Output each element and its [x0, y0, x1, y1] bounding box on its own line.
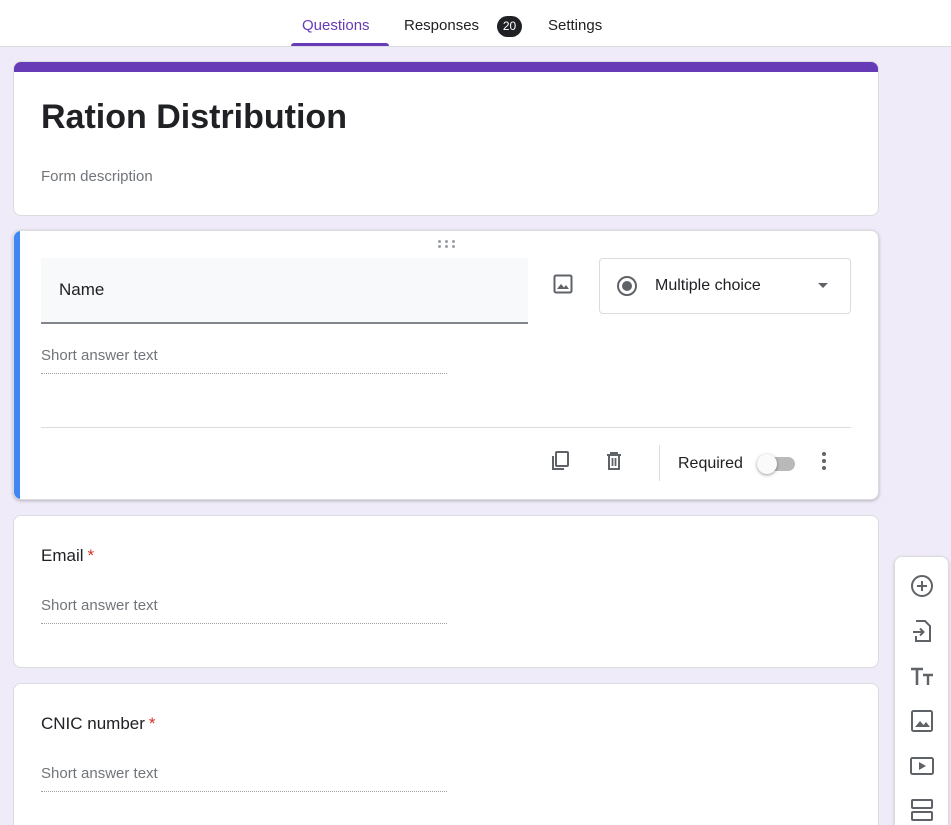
required-label: Required	[678, 455, 743, 472]
required-asterisk: *	[87, 546, 95, 565]
short-answer-placeholder: Short answer text	[41, 765, 447, 792]
add-video-icon[interactable]	[909, 753, 935, 779]
import-questions-icon[interactable]	[909, 618, 935, 644]
copy-icon[interactable]	[548, 449, 572, 473]
tab-settings[interactable]: Settings	[548, 0, 602, 47]
top-tab-bar: Questions Responses 20 Settings	[0, 0, 951, 47]
add-image-icon[interactable]	[909, 708, 935, 734]
trash-icon[interactable]	[602, 449, 626, 473]
form-title[interactable]: Ration Distribution	[41, 98, 347, 137]
active-question-card[interactable]: Name Multiple choice Short answer text R…	[13, 230, 879, 500]
question-title: CNIC number *	[41, 714, 156, 733]
form-header-card: Ration Distribution Form description	[13, 61, 879, 216]
radio-button-icon	[616, 275, 638, 297]
add-image-icon[interactable]	[551, 272, 575, 296]
title-text-icon[interactable]	[909, 664, 935, 690]
short-answer-placeholder: Short answer text	[41, 597, 447, 624]
question-type-label: Multiple choice	[655, 277, 761, 294]
header-accent-bar	[14, 62, 878, 72]
add-section-icon[interactable]	[909, 797, 935, 823]
footer-divider	[41, 427, 851, 428]
chevron-down-icon	[818, 283, 828, 288]
question-card-cnic[interactable]: CNIC number * Short answer text	[13, 683, 879, 825]
add-question-icon[interactable]	[909, 573, 935, 599]
required-toggle[interactable]	[757, 454, 797, 474]
tab-responses[interactable]: Responses	[404, 0, 479, 47]
drag-handle-icon[interactable]	[438, 240, 456, 250]
question-type-dropdown[interactable]: Multiple choice	[599, 258, 851, 314]
active-tab-indicator	[291, 43, 389, 46]
question-title: Email *	[41, 546, 95, 565]
more-vert-icon[interactable]	[812, 449, 836, 473]
responses-count-badge: 20	[497, 16, 522, 37]
tab-questions[interactable]: Questions	[302, 0, 370, 47]
question-title-input[interactable]: Name	[41, 258, 528, 324]
question-title-text: Name	[59, 280, 105, 299]
question-card-email[interactable]: Email * Short answer text	[13, 515, 879, 668]
side-toolbar	[894, 556, 949, 825]
active-indicator-bar	[14, 231, 20, 499]
required-asterisk: *	[148, 714, 156, 733]
short-answer-placeholder: Short answer text	[41, 347, 447, 374]
footer-separator	[659, 445, 660, 481]
form-description-input[interactable]: Form description	[41, 168, 153, 185]
